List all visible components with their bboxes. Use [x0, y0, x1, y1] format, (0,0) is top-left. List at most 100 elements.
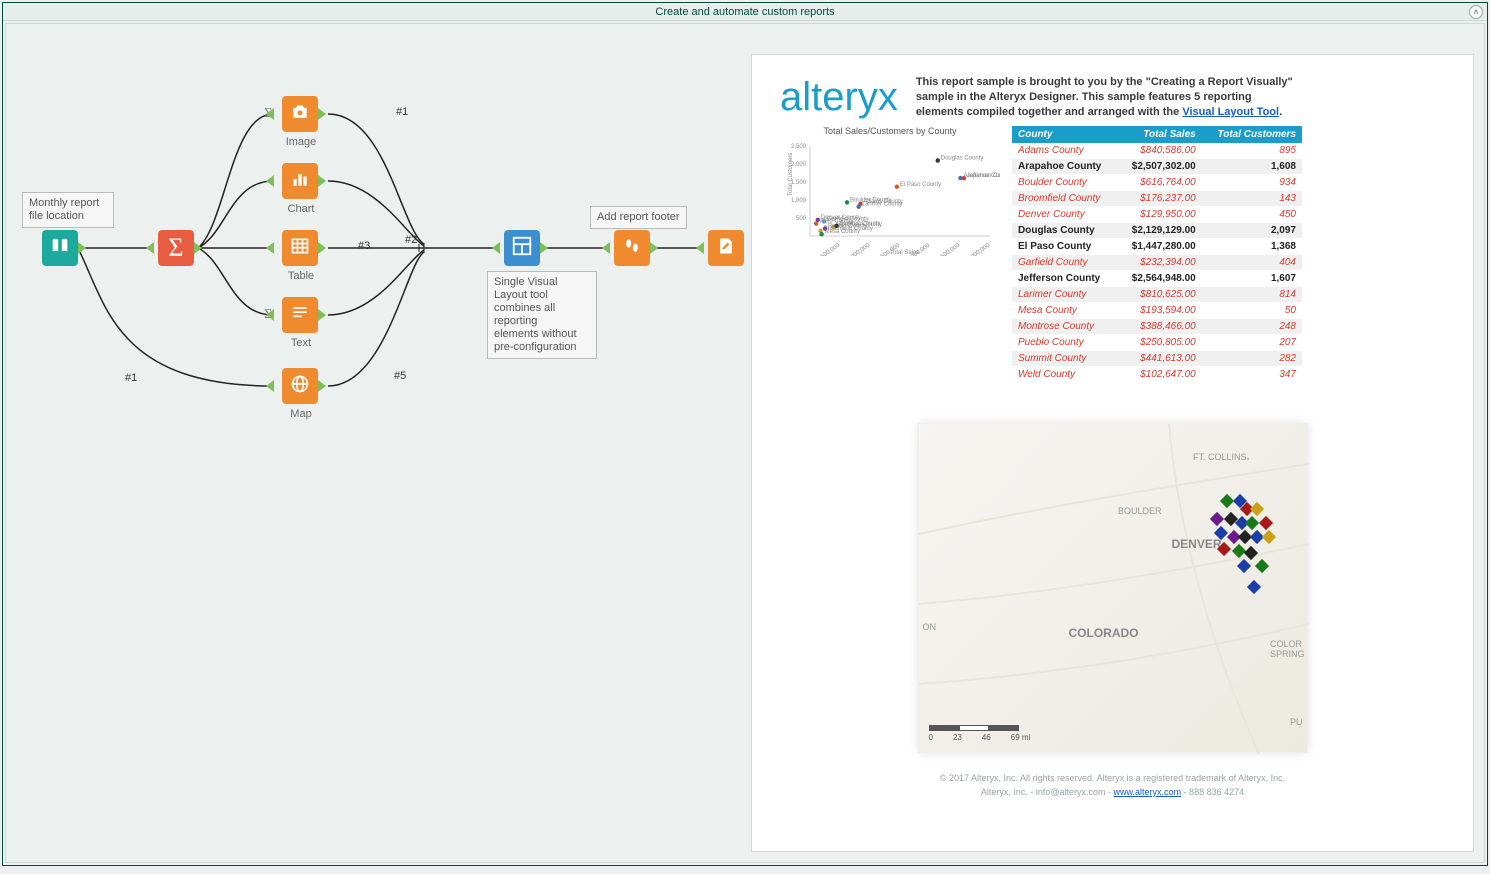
map-label: DENVER: [1171, 537, 1221, 551]
label-image: Image: [284, 136, 318, 148]
alteryx-logo: alteryx: [780, 75, 898, 120]
port-in[interactable]: [492, 242, 500, 254]
label-chart: Chart: [284, 203, 318, 215]
window-frame: Create and automate custom reports ˄: [2, 2, 1488, 866]
table-row: Adams County$840,586.00895: [1012, 143, 1302, 159]
svg-text:Douglas County: Douglas County: [941, 156, 984, 162]
port-out[interactable]: [650, 242, 658, 254]
table-row: Mesa County$193,594.0050: [1012, 303, 1302, 319]
port-in[interactable]: [266, 175, 274, 187]
table-row: Pueblo County$250,805.00207: [1012, 335, 1302, 351]
port-out[interactable]: [194, 242, 202, 254]
svg-text:500: 500: [796, 216, 807, 222]
map-label: BOULDER: [1118, 506, 1162, 516]
port-in[interactable]: [146, 242, 154, 254]
map-label: FT. COLLINS: [1193, 452, 1247, 462]
svg-text:2,000: 2,000: [791, 162, 807, 168]
report-footer: © 2017 Alteryx, Inc. All rights reserved…: [780, 771, 1445, 799]
port-out[interactable]: [318, 175, 326, 187]
svg-text:Larimer County: Larimer County: [862, 202, 903, 208]
tool-text[interactable]: [282, 297, 318, 333]
camera-icon: [290, 102, 310, 127]
scale-bar: 0234669 mi: [929, 725, 1031, 742]
comment-input-location[interactable]: Monthly report file location: [22, 192, 114, 228]
sigma-icon: Σ: [168, 233, 183, 263]
tool-image[interactable]: [282, 96, 318, 132]
map-label: COLOR SPRING: [1270, 639, 1305, 659]
label-map: Map: [286, 408, 316, 420]
port-out[interactable]: [318, 309, 326, 321]
svg-text:Jefferson County: Jefferson County: [967, 173, 1000, 179]
document-pencil-icon: [716, 236, 736, 261]
map-label: COLORADO: [1069, 626, 1139, 640]
county-table: County Total Sales Total Customers Adams…: [1012, 126, 1302, 383]
main-content: Monthly report file location Σ Σ: [5, 23, 1485, 863]
label-text: Text: [284, 337, 318, 349]
workflow-canvas[interactable]: Monthly report file location Σ Σ: [6, 24, 741, 862]
svg-text:Total Customers: Total Customers: [788, 153, 794, 196]
port-out[interactable]: [540, 242, 548, 254]
table-row: Arapahoe County$2,507,302.001,608: [1012, 159, 1302, 175]
alteryx-website-link[interactable]: www.alteryx.com: [1114, 787, 1182, 797]
titlebar-title: Create and automate custom reports: [655, 6, 834, 18]
table-row: Douglas County$2,129,129.002,097: [1012, 223, 1302, 239]
table-row: Weld County$102,647.00347: [1012, 367, 1302, 383]
table-row: Jefferson County$2,564,948.001,607: [1012, 271, 1302, 287]
edge-label: #1: [125, 372, 137, 384]
port-out[interactable]: [78, 242, 86, 254]
report-intro-text: This report sample is brought to you by …: [916, 75, 1296, 120]
port-out[interactable]: [318, 380, 326, 392]
port-in[interactable]: [266, 108, 274, 120]
connectors: [6, 24, 741, 864]
table-row: Broomfield County$176,237.00143: [1012, 191, 1302, 207]
col-customers: Total Customers: [1202, 126, 1302, 143]
tool-table[interactable]: [282, 230, 318, 266]
table-row: Boulder County$616,764.00934: [1012, 175, 1302, 191]
table-row: Summit County$441,613.00282: [1012, 351, 1302, 367]
tool-map[interactable]: [282, 368, 318, 404]
collapse-button[interactable]: ˄: [1469, 5, 1483, 19]
comment-report-footer[interactable]: Add report footer: [590, 206, 687, 229]
label-table: Table: [284, 270, 318, 282]
svg-text:3,000,000: 3,000,000: [966, 242, 992, 256]
col-sales: Total Sales: [1118, 126, 1202, 143]
comment-visual-layout[interactable]: Single Visual Layout tool combines all r…: [487, 271, 597, 359]
map-label: ON: [923, 622, 937, 632]
chevron-up-icon: ˄: [1473, 7, 1478, 17]
globe-icon: [290, 374, 310, 399]
svg-text:1,500: 1,500: [791, 180, 807, 186]
table-row: Garfield County$232,394.00404: [1012, 255, 1302, 271]
text-lines-icon: [290, 303, 310, 328]
titlebar: Create and automate custom reports ˄: [3, 3, 1487, 21]
tool-file-input[interactable]: [42, 230, 78, 266]
bar-chart-icon: [290, 169, 310, 194]
svg-text:Mesa County: Mesa County: [825, 229, 860, 235]
svg-text:500,000: 500,000: [820, 242, 842, 256]
svg-text:Weld County: Weld County: [819, 219, 853, 225]
table-row: El Paso County$1,447,280.001,368: [1012, 239, 1302, 255]
edge-label: #3: [358, 240, 370, 252]
tool-chart[interactable]: [282, 163, 318, 199]
tool-render[interactable]: [708, 230, 744, 266]
tool-visual-layout[interactable]: [504, 230, 540, 266]
visual-layout-tool-link[interactable]: Visual Layout Tool: [1182, 106, 1279, 118]
port-in[interactable]: [266, 309, 274, 321]
tool-report-footer[interactable]: [614, 230, 650, 266]
svg-text:El Paso County: El Paso County: [900, 182, 941, 188]
edge-label: #5: [394, 370, 406, 382]
map-preview: FT. COLLINS BOULDER DENVER COLORADO COLO…: [918, 423, 1308, 753]
tool-summarize[interactable]: Σ: [158, 230, 194, 266]
port-out[interactable]: [318, 242, 326, 254]
svg-text:2,500: 2,500: [791, 144, 807, 150]
map-label: PU: [1290, 717, 1303, 727]
col-county: County: [1012, 126, 1118, 143]
edge-label: #2: [405, 234, 417, 246]
svg-text:1,000,000: 1,000,000: [846, 242, 872, 256]
port-in[interactable]: [266, 380, 274, 392]
port-out[interactable]: [318, 108, 326, 120]
port-in[interactable]: [266, 242, 274, 254]
report-preview: alteryx This report sample is brought to…: [751, 54, 1474, 852]
port-in[interactable]: [696, 242, 704, 254]
port-in[interactable]: [602, 242, 610, 254]
layout-icon: [511, 235, 533, 262]
